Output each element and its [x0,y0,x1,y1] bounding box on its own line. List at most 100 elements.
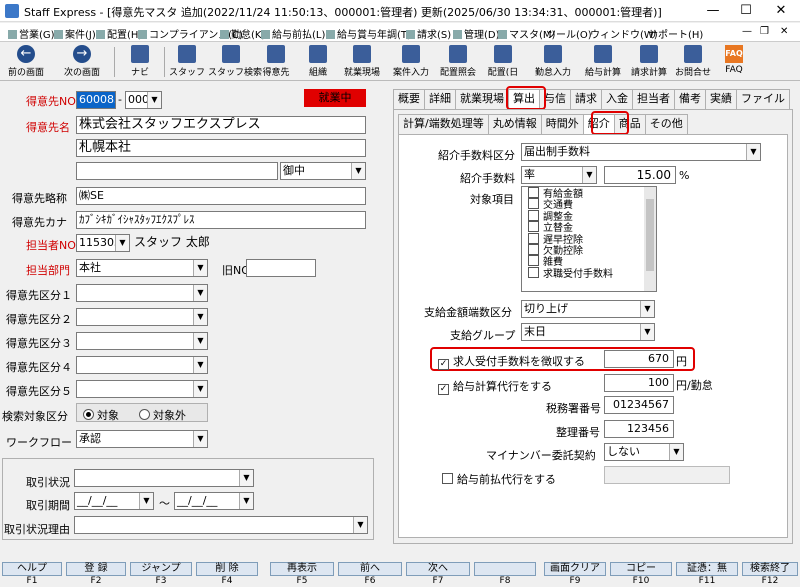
menu-tools[interactable]: ツール(O) [546,26,592,41]
prev-button[interactable]: 前へ [338,562,402,576]
case-input-button[interactable]: 案件入力 [388,44,434,80]
radio-non-target[interactable]: 対象外 [139,407,186,423]
tab-file[interactable]: ファイル [736,89,790,109]
staff-button[interactable]: スタッフ [168,44,206,80]
cat3-select[interactable]: ▼ [76,332,208,350]
org-button[interactable]: 組織 [300,44,336,80]
tab-work-site[interactable]: 就業現場 [455,89,509,109]
close-button[interactable]: ✕ [766,1,796,21]
collect-fee-input[interactable]: 670 [604,350,674,368]
billing-calc-button[interactable]: 請求計算 [626,44,672,80]
f8-button[interactable] [474,562,536,576]
fee-rate-input[interactable]: 15.00 [604,166,676,184]
tab-billing[interactable]: 請求 [570,89,602,109]
list-item[interactable]: 雑費 [522,255,656,268]
client-name-input[interactable]: 株式会社スタッフエクスプレス [76,116,366,134]
cat5-select[interactable]: ▼ [76,380,208,398]
copy-button[interactable]: コピー [610,562,672,576]
voucher-button[interactable]: 証憑：無 [676,562,738,576]
deal-reason-select[interactable]: ▼ [74,516,368,534]
mdi-close-button[interactable]: ✕ [780,26,788,37]
contact-button[interactable]: お問合せ [672,44,714,80]
ref-no-input[interactable]: 123456 [604,420,674,438]
search-end-button[interactable]: 検索終了 [742,562,798,576]
faq-button[interactable]: FAQ FAQ [718,44,750,80]
maximize-button[interactable]: ☐ [731,1,761,21]
next-screen-button[interactable]: → 次の画面 [54,44,110,80]
cat2-select[interactable]: ▼ [76,308,208,326]
tab-calc-rounding[interactable]: 計算/端数処理等 [398,114,489,134]
fee-type-select[interactable]: 届出制手数料 ▼ [521,143,761,161]
kana-input[interactable]: ｶﾌﾞｼｷｶﾞｲｼｬｽﾀｯﾌｴｸｽﾌﾟﾚｽ [76,211,366,229]
placement-ref-button[interactable]: 配置照会 [436,44,480,80]
menu-admin[interactable]: 管理(D) [453,26,500,41]
honorific-select[interactable]: 御中 ▼ [280,162,366,180]
help-button[interactable]: ヘルプ [2,562,62,576]
next-button[interactable]: 次へ [406,562,470,576]
tab-round-info[interactable]: 丸め情報 [487,114,542,134]
list-item[interactable]: 有給金額 [522,187,656,200]
menu-case[interactable]: 案件(J) [54,26,96,41]
tab-other[interactable]: その他 [644,114,688,134]
menu-payroll[interactable]: 給与賞与年調(T) [326,26,411,41]
dept-select[interactable]: 本社 ▼ [76,259,208,277]
menu-placement[interactable]: 配置(H) [96,26,142,41]
client-button[interactable]: 得意先 [256,44,296,80]
cat4-select[interactable]: ▼ [76,356,208,374]
cat1-select[interactable]: ▼ [76,284,208,302]
workflow-select[interactable]: 承認 ▼ [76,430,208,448]
tab-overtime[interactable]: 時間外 [540,114,584,134]
branch-input[interactable]: 札幌本社 [76,139,366,157]
old-no-input[interactable] [246,259,316,277]
advance-checkbox[interactable]: 給与前払代行をする [442,471,556,487]
register-button[interactable]: 登 録 [66,562,126,576]
list-item[interactable]: 交通費 [522,198,656,211]
pay-group-select[interactable]: 末日 ▼ [521,323,655,341]
attendance-input-button[interactable]: 勤怠入力 [530,44,576,80]
tab-notes[interactable]: 備考 [674,89,706,109]
staff-no-select[interactable]: 115305 ▼ [76,234,130,252]
staff-search-button[interactable]: スタッフ検索 [208,44,262,80]
address-input[interactable] [76,162,278,180]
mdi-minimize-button[interactable]: — [742,26,752,37]
minimize-button[interactable]: — [698,1,728,21]
refresh-button[interactable]: 再表示 [270,562,334,576]
menu-support[interactable]: サポート(H) [648,26,703,41]
jump-button[interactable]: ジャンプ [130,562,192,576]
work-site-button[interactable]: 就業現場 [338,44,386,80]
mynumber-select[interactable]: しない ▼ [604,443,684,461]
client-no-input[interactable]: 600085 [76,91,116,109]
menu-pay-advance[interactable]: 給与前払(L) [261,26,325,41]
placement-day-button[interactable]: 配置(日 [482,44,524,80]
fee-unit-select[interactable]: 率 ▼ [521,166,597,184]
payroll-proxy-checkbox[interactable]: ✓ 給与計算代行をする [438,378,552,395]
tab-contact-person[interactable]: 担当者 [632,89,675,109]
tab-payment[interactable]: 入金 [601,89,633,109]
list-item[interactable]: 求職受付手数料 [522,266,656,280]
abbr-input[interactable]: ㈱SE [76,187,366,205]
menu-attendance[interactable]: 勤怠(K) [220,26,265,41]
clear-screen-button[interactable]: 画面クリア [544,562,606,576]
deal-end-date[interactable]: __/__/__ ▼ [174,492,254,510]
tax-office-input[interactable]: 01234567 [604,396,674,414]
payroll-proxy-input[interactable]: 100 [604,374,674,392]
radio-target[interactable]: 対象 [83,407,119,423]
list-item[interactable]: 立替金 [522,221,656,234]
client-sub-select[interactable]: 000 ▼ [125,91,162,109]
list-scrollbar[interactable] [644,187,656,291]
mdi-restore-button[interactable]: ❐ [760,26,769,37]
target-items-list[interactable]: 有給金額 交通費 調整金 立替金 遅早控除 欠勤控除 雑費 求職受付手数料 [521,186,657,292]
deal-start-date[interactable]: __/__/__ ▼ [74,492,154,510]
collect-fee-checkbox[interactable]: ✓ 求人受付手数料を徴収する [438,353,585,370]
delete-button[interactable]: 削 除 [196,562,258,576]
navi-button[interactable]: ナビ [120,44,160,80]
deal-status-select[interactable]: ▼ [74,469,254,487]
list-item[interactable]: 調整金 [522,209,656,223]
list-item[interactable]: 欠勤控除 [522,243,656,257]
rounding-select[interactable]: 切り上げ ▼ [521,300,655,318]
payroll-calc-button[interactable]: 給与計算 [580,44,626,80]
tab-results[interactable]: 実績 [705,89,737,109]
list-item[interactable]: 遅早控除 [522,232,656,246]
menu-sales[interactable]: 営業(G) [8,26,55,41]
tab-overview[interactable]: 概要 [393,89,425,109]
